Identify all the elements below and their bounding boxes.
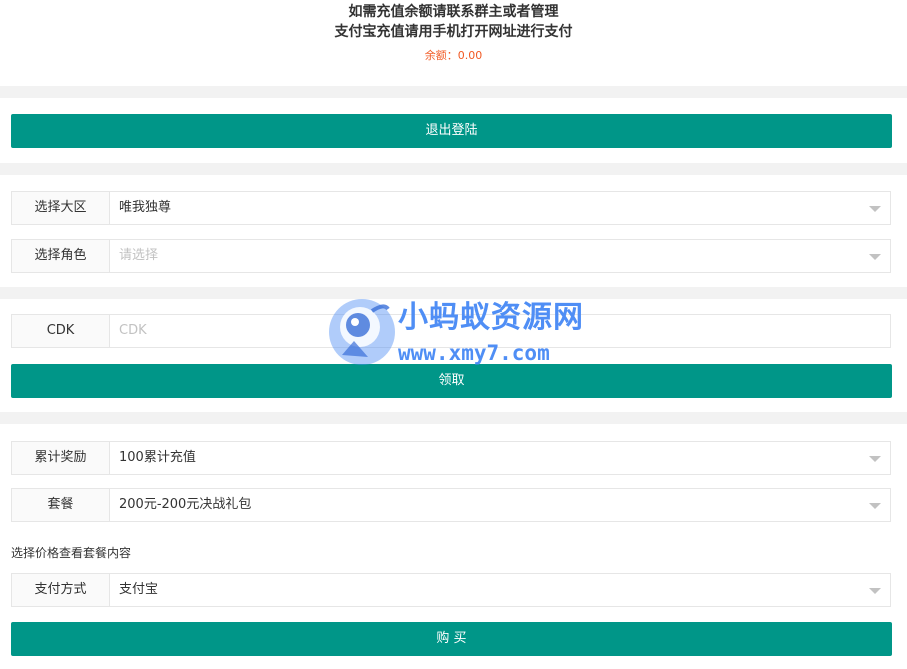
chevron-down-icon <box>869 254 881 260</box>
cdk-field[interactable]: CDK CDK <box>11 314 891 348</box>
payment-select[interactable]: 支付方式 支付宝 <box>11 573 891 607</box>
role-select[interactable]: 选择角色 请选择 <box>11 239 891 273</box>
server-select-text: 唯我独尊 <box>119 200 172 215</box>
payment-select-value[interactable]: 支付宝 <box>110 574 890 606</box>
notice-line-1: 如需充值余额请联系群主或者管理 <box>348 4 559 20</box>
notice-line-2: 支付宝充值请用手机打开网址进行支付 <box>334 24 573 40</box>
payment-select-label: 支付方式 <box>12 574 110 606</box>
chevron-down-icon <box>869 206 881 212</box>
balance: 余额：0.00 <box>0 49 907 63</box>
cdk-input[interactable]: CDK <box>110 315 890 347</box>
balance-label: 余额： <box>424 49 458 62</box>
role-select-value[interactable]: 请选择 <box>110 240 890 272</box>
claim-button[interactable]: 领取 <box>11 364 892 398</box>
purchase-panel: 累计奖励 100累计充值 套餐 200元-200元决战礼包 支付方式 支付宝 购… <box>0 424 907 669</box>
server-select-value[interactable]: 唯我独尊 <box>110 192 890 224</box>
chevron-down-icon <box>869 588 881 594</box>
logout-button[interactable]: 退出登陆 <box>11 114 892 148</box>
role-select-label: 选择角色 <box>12 240 110 272</box>
server-panel: 选择大区 唯我独尊 选择角色 请选择 <box>0 175 907 287</box>
reward-select[interactable]: 累计奖励 100累计充值 <box>11 441 891 475</box>
package-select-text: 200元-200元决战礼包 <box>119 497 252 512</box>
package-hint: 选择价格查看套餐内容 <box>11 546 132 560</box>
reward-select-value[interactable]: 100累计充值 <box>110 442 890 474</box>
package-select-label: 套餐 <box>12 489 110 521</box>
package-select-value[interactable]: 200元-200元决战礼包 <box>110 489 890 521</box>
role-select-placeholder: 请选择 <box>119 248 159 263</box>
buy-button[interactable]: 购 买 <box>11 622 892 656</box>
server-select-label: 选择大区 <box>12 192 110 224</box>
reward-select-text: 100累计充值 <box>119 450 196 465</box>
cdk-panel: CDK CDK 领取 <box>0 299 907 412</box>
balance-value: 0.00 <box>457 49 483 62</box>
logout-panel: 退出登陆 <box>0 98 907 163</box>
chevron-down-icon <box>869 456 881 462</box>
chevron-down-icon <box>869 503 881 509</box>
header: 如需充值余额请联系群主或者管理 支付宝充值请用手机打开网址进行支付 余额：0.0… <box>0 0 907 86</box>
cdk-label: CDK <box>12 315 110 347</box>
payment-select-text: 支付宝 <box>119 582 159 597</box>
package-select[interactable]: 套餐 200元-200元决战礼包 <box>11 488 891 522</box>
reward-select-label: 累计奖励 <box>12 442 110 474</box>
server-select[interactable]: 选择大区 唯我独尊 <box>11 191 891 225</box>
